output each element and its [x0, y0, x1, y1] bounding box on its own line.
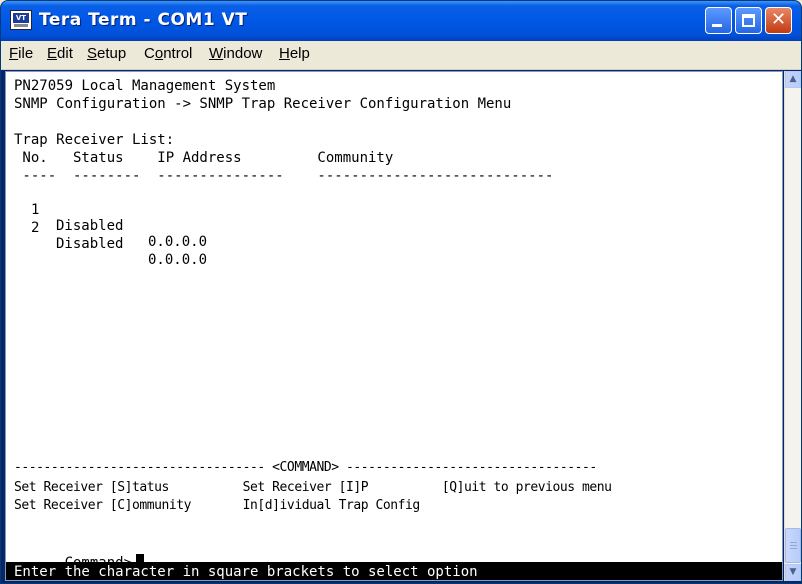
menu-file[interactable]: File: [9, 45, 33, 65]
menu-setup[interactable]: Setup: [87, 45, 126, 65]
tera-term-window: VT Tera Term - COM1 VT ✕ File Edit Setup…: [0, 0, 802, 584]
row-ip-address: 0.0.0.0: [148, 252, 208, 268]
close-icon: ✕: [770, 9, 787, 30]
command-prompt-line[interactable]: Command>: [14, 538, 145, 571]
table-header-rule: ---- -------- --------------- ----------…: [14, 168, 554, 184]
scroll-up-arrow-icon: ▲: [789, 74, 797, 84]
terminal-screen[interactable]: PN27059 Local Management System SNMP Con…: [5, 71, 783, 581]
list-title: Trap Receiver List:: [14, 132, 175, 148]
system-title: PN27059 Local Management System: [14, 78, 276, 94]
command-options-line-2: Set Receiver [C]ommunity In[d]ividual Tr…: [14, 498, 420, 513]
maximize-icon: [742, 14, 755, 27]
table-row: 1 Disabled 0.0.0.0: [14, 186, 207, 250]
table-row: 2 Disabled 0.0.0.0: [14, 204, 207, 268]
app-icon-base: [14, 24, 28, 27]
menu-window[interactable]: Window: [209, 45, 262, 65]
command-divider: ---------------------------------- <COMM…: [14, 460, 597, 475]
thumb-grip: [790, 542, 797, 543]
row-status: Disabled: [56, 218, 124, 234]
scroll-down-button[interactable]: ▼: [785, 564, 801, 581]
scroll-up-button[interactable]: ▲: [785, 71, 801, 88]
scroll-thumb[interactable]: [785, 528, 801, 563]
app-icon-screen: VT: [13, 13, 29, 23]
row-number: 2: [31, 220, 40, 236]
title-bar[interactable]: VT Tera Term - COM1 VT ✕: [1, 1, 801, 41]
menu-breadcrumb: SNMP Configuration -> SNMP Trap Receiver…: [14, 96, 512, 112]
status-message: Enter the character in square brackets t…: [6, 562, 782, 580]
row-status: Disabled: [56, 236, 124, 252]
menu-control[interactable]: Control: [144, 45, 192, 65]
row-ip-address: 0.0.0.0: [148, 234, 208, 250]
minimize-button[interactable]: [705, 7, 732, 34]
thumb-grip: [790, 548, 797, 549]
table-header: No. Status IP Address Community: [14, 150, 394, 166]
tera-term-app-icon[interactable]: VT: [10, 10, 32, 30]
close-button[interactable]: ✕: [765, 7, 792, 34]
thumb-grip: [790, 545, 797, 546]
scroll-down-arrow-icon: ▼: [789, 567, 797, 577]
maximize-button[interactable]: [735, 7, 762, 34]
menu-bar: File Edit Setup Control Window Help: [1, 41, 801, 70]
minimize-icon: [712, 24, 722, 27]
window-title: Tera Term - COM1 VT: [39, 10, 248, 30]
command-options-line-1: Set Receiver [S]tatus Set Receiver [I]P …: [14, 480, 612, 495]
menu-edit[interactable]: Edit: [47, 45, 73, 65]
menu-help[interactable]: Help: [279, 45, 310, 65]
vertical-scrollbar[interactable]: ▲ ▼: [784, 71, 801, 581]
